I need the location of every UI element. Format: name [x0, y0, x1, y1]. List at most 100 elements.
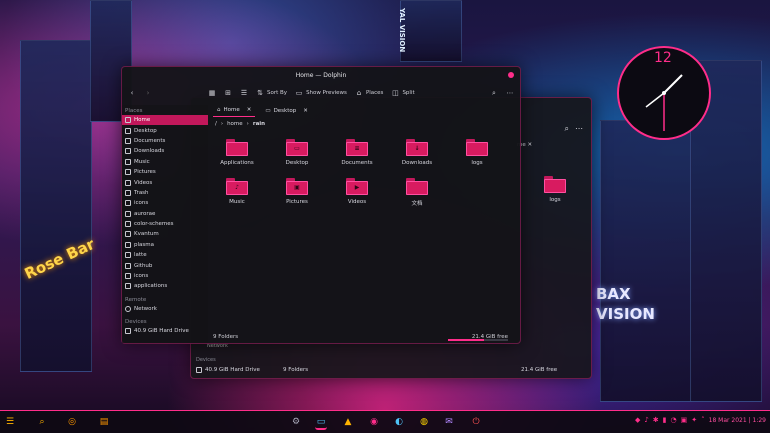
places-button[interactable]: ⌂ Places	[355, 89, 384, 97]
sidebar-item-label: plasma	[134, 241, 154, 248]
back-window-menu-icon[interactable]: ⋯	[575, 124, 583, 133]
folder-item[interactable]: Applications	[217, 139, 257, 166]
sidebar-item-label: Downloads	[134, 148, 165, 155]
app-launcher-icon[interactable]: ☰	[4, 416, 16, 428]
network-tray-icon[interactable]: ◆	[635, 416, 640, 424]
folder-item[interactable]: ♪ Music	[217, 178, 257, 205]
split-button[interactable]: ◫ Split	[391, 89, 415, 97]
sidebar-item-plasma[interactable]: plasma	[122, 240, 208, 250]
edge-icon[interactable]: ◐	[393, 416, 405, 428]
sidebar-item-videos[interactable]: Videos	[122, 177, 208, 187]
power-icon[interactable]: ⏻	[470, 416, 482, 428]
pinned-app-icon[interactable]: ▤	[98, 416, 110, 428]
hamburger-menu-icon[interactable]: ⋯	[506, 89, 514, 97]
taskbar-clock[interactable]: 18 Mar 2021 | 1:29	[709, 417, 766, 424]
sidebar-item-color-schemes[interactable]: color-schemes	[122, 219, 208, 229]
folder-item[interactable]: ▣ Pictures	[277, 178, 317, 205]
folder-item[interactable]: ↓ Downloads	[397, 139, 437, 166]
dolphin-taskbar-icon[interactable]: ▭	[315, 416, 327, 430]
chat-icon[interactable]: ◍	[418, 416, 430, 428]
sidebar-item-aurorae[interactable]: aurorae	[122, 209, 208, 219]
folder-icon	[544, 176, 566, 193]
sort-button[interactable]: ⇅ Sort By	[256, 89, 287, 97]
wallpaper-neon-sign: VISION	[596, 305, 655, 323]
back-window-devices-header: Devices	[196, 357, 216, 363]
sidebar-item-label: Github	[134, 262, 153, 269]
search-icon[interactable]: ⌕	[490, 89, 498, 97]
folder-icon	[125, 221, 131, 228]
expand-tray-icon[interactable]: ˄	[701, 416, 705, 424]
folder-name: Music	[229, 199, 245, 205]
breadcrumb-rain[interactable]: rain	[253, 121, 265, 127]
bookmark-icon: ⌂	[356, 89, 362, 97]
folder-item[interactable]: ▶ Videos	[337, 178, 377, 205]
sidebar-item-downloads[interactable]: Downloads	[122, 146, 208, 156]
back-window-folder[interactable]: logs	[535, 176, 575, 203]
sidebar-item-hard-drive[interactable]: 40.9 GiB Hard Drive	[122, 326, 208, 336]
compact-view-icon[interactable]: ⊞	[224, 89, 232, 97]
sidebar-item-icons[interactable]: icons	[122, 198, 208, 208]
window-titlebar[interactable]: Home — Dolphin	[122, 67, 520, 84]
volume-tray-icon[interactable]: ♪	[644, 416, 648, 424]
mail-icon[interactable]: ✉	[443, 416, 455, 428]
close-tab-icon[interactable]: ✕	[303, 108, 308, 114]
sidebar-item-music[interactable]: Music	[122, 157, 208, 167]
sidebar-item-latte[interactable]: latte	[122, 250, 208, 260]
folder-icon	[125, 283, 131, 290]
dolphin-window[interactable]: Home — Dolphin ‹ › ▦ ⊞ ☰ ⇅ Sort By ▭ Show …	[121, 66, 521, 344]
forward-arrow-icon[interactable]: ›	[144, 89, 152, 97]
sidebar-item-label: Desktop	[134, 127, 157, 134]
free-space-bar	[448, 339, 508, 341]
terminal-icon[interactable]: ▲	[342, 416, 354, 428]
settings-icon[interactable]: ⚙	[290, 416, 302, 428]
tab-home[interactable]: ⌂ Home ✕	[213, 105, 256, 117]
sidebar-item-label: Music	[134, 158, 150, 165]
breadcrumb-root[interactable]: /	[215, 121, 217, 127]
back-window-free: 21.4 GiB free	[521, 367, 558, 373]
firefox-icon[interactable]: ◎	[66, 416, 78, 428]
search-icon[interactable]: ⌕	[36, 416, 48, 428]
clipboard-tray-icon[interactable]: ▣	[681, 416, 688, 424]
folder-item[interactable]: ▭ Desktop	[277, 139, 317, 166]
sidebar-item-trash[interactable]: Trash	[122, 188, 208, 198]
sidebar-item-pictures[interactable]: Pictures	[122, 167, 208, 177]
sidebar-item-label: icons	[134, 200, 149, 207]
sidebar-item-label: color-schemes	[134, 221, 174, 228]
wallpaper-building	[600, 120, 692, 402]
tab-label: Home	[223, 107, 240, 113]
bluetooth-tray-icon[interactable]: ✱	[653, 416, 659, 424]
back-arrow-icon[interactable]: ‹	[128, 89, 136, 97]
sidebar-item-applications[interactable]: applications	[122, 281, 208, 291]
details-view-icon[interactable]: ☰	[240, 89, 248, 97]
folder-item[interactable]: ≡ Documents	[337, 139, 377, 166]
sidebar-item-kvantum[interactable]: Kvantum	[122, 229, 208, 239]
updates-tray-icon[interactable]: ✦	[691, 416, 697, 424]
sidebar-item-desktop[interactable]: Desktop	[122, 125, 208, 135]
folder-icon	[125, 200, 131, 207]
back-window-search-icon[interactable]: ⌕	[565, 124, 569, 134]
browser-icon[interactable]: ◉	[368, 416, 380, 428]
sidebar-item-icons[interactable]: icons	[122, 271, 208, 281]
folder-icon: ≡	[346, 139, 368, 156]
tab-desktop[interactable]: ▭ Desktop ✕	[261, 105, 312, 116]
notifications-tray-icon[interactable]: ◔	[671, 416, 677, 424]
sidebar-item-documents[interactable]: Documents	[122, 136, 208, 146]
breadcrumb-home[interactable]: home	[227, 121, 243, 127]
back-window-drive[interactable]: 40.9 GiB Hard Drive	[196, 367, 260, 373]
folder-name: logs	[471, 160, 483, 166]
battery-tray-icon[interactable]: ▮	[663, 416, 667, 424]
folder-item[interactable]: logs	[457, 139, 497, 166]
places-list: Home Desktop Documents Downloads Music Pictur…	[122, 115, 208, 292]
icons-view-icon[interactable]: ▦	[208, 89, 216, 97]
folder-icon	[125, 210, 131, 217]
sidebar-item-home[interactable]: Home	[122, 115, 208, 126]
show-previews-button[interactable]: ▭ Show Previews	[295, 89, 347, 97]
sidebar-item-github[interactable]: Github	[122, 260, 208, 270]
close-tab-icon[interactable]: ✕	[247, 107, 252, 113]
folder-item[interactable]: 文档	[397, 178, 437, 207]
wallpaper-neon-sign: YAL VISION	[398, 8, 406, 53]
window-close-icon[interactable]	[508, 72, 514, 78]
home-icon	[125, 117, 131, 124]
folder-name: Videos	[347, 199, 367, 205]
sidebar-item-network[interactable]: Network	[122, 304, 208, 314]
